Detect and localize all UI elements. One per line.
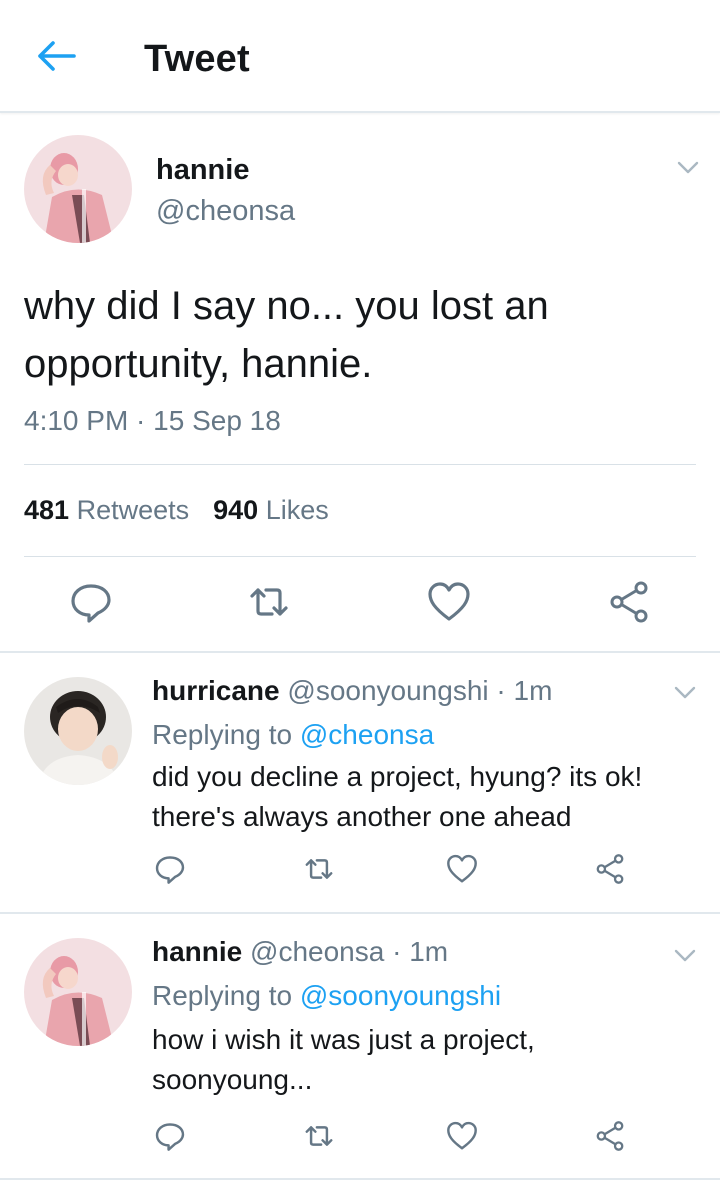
chevron-down-icon[interactable] bbox=[673, 685, 697, 701]
retweet-label: Retweets bbox=[76, 495, 190, 525]
reply-author-handle[interactable]: @cheonsa bbox=[250, 936, 384, 967]
share-icon[interactable] bbox=[592, 1118, 628, 1154]
author-name[interactable]: hannie bbox=[156, 154, 249, 187]
like-count: 940 bbox=[213, 495, 259, 525]
retweet-icon[interactable] bbox=[301, 1118, 337, 1154]
reply-author-name[interactable]: hannie bbox=[152, 936, 242, 967]
reply-author-handle[interactable]: @soonyoungshi bbox=[287, 675, 488, 706]
reply-header: hannie @cheonsa · 1m bbox=[152, 936, 448, 968]
divider bbox=[24, 464, 696, 465]
chevron-down-icon[interactable] bbox=[676, 160, 700, 176]
retweet-icon[interactable] bbox=[244, 577, 294, 627]
avatar[interactable] bbox=[24, 135, 132, 243]
replying-to: Replying to @soonyoungshi bbox=[152, 980, 501, 1012]
reply-actions bbox=[0, 851, 720, 901]
chevron-down-icon[interactable] bbox=[673, 948, 697, 964]
share-icon[interactable] bbox=[604, 577, 654, 627]
likes-stat[interactable]: 940 Likes bbox=[213, 495, 329, 525]
reply-text: how i wish it was just a project, soonyo… bbox=[152, 1024, 535, 1095]
like-icon[interactable] bbox=[444, 1118, 480, 1154]
reply-header: hurricane @soonyoungshi · 1m bbox=[152, 675, 552, 707]
tweet-actions bbox=[0, 577, 720, 627]
main-tweet: hannie @cheonsa why did I say no... you … bbox=[0, 115, 720, 652]
top-bar: Tweet bbox=[0, 0, 720, 113]
reply-author-name[interactable]: hurricane bbox=[152, 675, 280, 706]
reply-icon[interactable] bbox=[66, 577, 116, 627]
back-arrow-icon[interactable] bbox=[36, 38, 78, 74]
avatar[interactable] bbox=[24, 938, 132, 1046]
reply-icon[interactable] bbox=[152, 1118, 188, 1154]
like-icon[interactable] bbox=[424, 577, 474, 627]
replying-to-link[interactable]: @cheonsa bbox=[300, 719, 434, 750]
tweet-stats: 481 Retweets 940 Likes bbox=[24, 495, 329, 526]
reply-time: · 1m bbox=[392, 936, 449, 967]
share-icon[interactable] bbox=[592, 851, 628, 887]
reply-time: · 1m bbox=[496, 675, 553, 706]
replying-label: Replying to bbox=[152, 719, 293, 750]
divider bbox=[0, 1178, 720, 1180]
reply-actions bbox=[0, 1118, 720, 1168]
reply-tweet[interactable]: hurricane @soonyoungshi · 1m Replying to… bbox=[0, 653, 720, 912]
tweet-timestamp[interactable]: 4:10 PM · 15 Sep 18 bbox=[24, 405, 281, 437]
tweet-text: why did I say no... you lost an opportun… bbox=[24, 284, 549, 386]
replying-to-link[interactable]: @soonyoungshi bbox=[300, 980, 501, 1011]
reply-icon[interactable] bbox=[152, 851, 188, 887]
like-icon[interactable] bbox=[444, 851, 480, 887]
reply-tweet[interactable]: hannie @cheonsa · 1m Replying to @soonyo… bbox=[0, 914, 720, 1182]
avatar[interactable] bbox=[24, 677, 132, 785]
replying-label: Replying to bbox=[152, 980, 293, 1011]
replying-to: Replying to @cheonsa bbox=[152, 719, 434, 751]
reply-text: did you decline a project, hyung? its ok… bbox=[152, 761, 643, 832]
retweets-stat[interactable]: 481 Retweets bbox=[24, 495, 189, 525]
page-title: Tweet bbox=[144, 38, 250, 80]
retweet-count: 481 bbox=[24, 495, 70, 525]
author-handle[interactable]: @cheonsa bbox=[156, 195, 295, 228]
divider bbox=[24, 556, 696, 557]
like-label: Likes bbox=[265, 495, 329, 525]
retweet-icon[interactable] bbox=[301, 851, 337, 887]
